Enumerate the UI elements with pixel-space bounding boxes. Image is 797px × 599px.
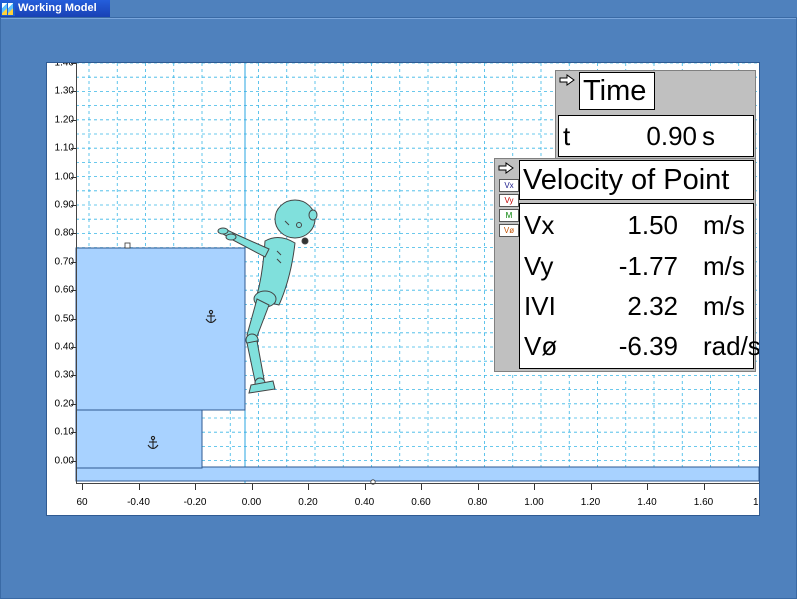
x-tick-label: 0.40 (354, 497, 375, 508)
time-row: t 0.90 s (559, 116, 753, 156)
vphi-unit: rad/s (703, 331, 760, 361)
title-bar[interactable]: Working Model (0, 0, 110, 17)
time-label: t (563, 121, 571, 151)
arrow-right-icon[interactable] (559, 74, 575, 86)
vx-row: Vx 1.50 m/s (520, 205, 753, 245)
x-tick (308, 484, 309, 490)
simulation-workspace[interactable]: 1.40 1.30 1.20 1.10 1.00 0.90 0.80 0.70 0.60 0.50… (46, 62, 760, 516)
block-point-marker[interactable] (124, 242, 131, 249)
toggle-vx[interactable]: Vx (499, 179, 519, 192)
x-tick-label: 1.20 (580, 497, 601, 508)
window-title: Working Model (18, 2, 97, 14)
vx-value: 1.50 (627, 210, 678, 240)
time-unit: s (702, 121, 715, 151)
toggle-magnitude[interactable]: M (499, 209, 519, 222)
x-tick-label: 1.8 (753, 497, 759, 508)
y-tick (71, 318, 76, 320)
x-tick (138, 484, 140, 490)
vphi-value: -6.39 (618, 331, 678, 361)
x-tick-label: -0.40 (127, 497, 150, 508)
x-tick-label: 0.60 (411, 497, 431, 508)
time-meter-readout: t 0.90 s (558, 115, 754, 157)
velocity-meter-title: Velocity of Point (519, 160, 754, 200)
time-value: 0.90 (646, 121, 697, 151)
y-tick (71, 63, 76, 64)
y-tick (71, 148, 76, 150)
toggle-vphi[interactable]: Vø (499, 224, 519, 237)
x-tick-label: 1.00 (524, 497, 544, 508)
y-tick (71, 233, 76, 235)
y-tick (71, 91, 76, 93)
magnitude-value: 2.32 (627, 291, 678, 321)
x-tick (647, 484, 648, 490)
vy-value: -1.77 (618, 251, 678, 281)
x-tick (477, 484, 479, 490)
x-tick-label: 0.20 (298, 497, 318, 508)
x-tick (251, 484, 253, 490)
y-tick (71, 290, 76, 292)
ground-block[interactable] (75, 466, 759, 482)
magnitude-label: IVI (524, 291, 556, 321)
x-tick (364, 484, 366, 490)
velocity-meter[interactable]: Vx Vy M Vø Velocity of Point Vx 1.50 m/s… (494, 158, 759, 372)
time-meter-title: Time (579, 72, 655, 110)
x-tick-label: 60 (76, 497, 88, 508)
x-tick (534, 484, 535, 490)
y-tick (71, 119, 76, 121)
x-tick-label: -0.20 (183, 497, 207, 508)
vx-label: Vx (524, 210, 555, 240)
y-tick (71, 403, 76, 405)
x-tick-label: 1.60 (693, 497, 714, 508)
toggle-vy[interactable]: Vy (499, 194, 519, 207)
vphi-label: Vø (524, 331, 558, 361)
y-tick (71, 375, 76, 377)
y-tick (71, 261, 76, 263)
magnitude-unit: m/s (703, 291, 745, 321)
vy-unit: m/s (703, 251, 745, 281)
vphi-row: Vø -6.39 rad/s (520, 326, 759, 366)
vy-row: Vy -1.77 m/s (520, 246, 753, 286)
x-tick (421, 484, 422, 490)
x-tick-label: 0.80 (467, 497, 488, 508)
velocity-meter-readout: Vx 1.50 m/s Vy -1.77 m/s IVI 2.32 m/s Vø… (519, 203, 759, 369)
vx-unit: m/s (703, 210, 745, 240)
y-tick (71, 347, 76, 348)
y-tick (71, 205, 76, 206)
y-tick (71, 460, 76, 462)
magnitude-row: IVI 2.32 m/s (520, 286, 753, 326)
working-model-logo-icon (1, 1, 15, 16)
y-tick (71, 176, 76, 178)
y-tick (71, 432, 76, 434)
vy-label: Vy (524, 251, 554, 281)
x-tick-label: 0.00 (241, 497, 262, 508)
lower-block[interactable] (75, 409, 203, 469)
x-tick (703, 484, 705, 490)
time-meter[interactable]: Time t 0.90 s (555, 70, 756, 160)
horizontal-ruler[interactable]: 60 -0.40 -0.20 0.00 0.20 0.40 0.60 0.80 1.00 1.20… (76, 483, 759, 515)
upper-block[interactable] (75, 247, 246, 411)
x-tick-label: 1.40 (637, 497, 657, 508)
x-tick (590, 484, 592, 490)
x-tick (195, 484, 196, 490)
x-tick (82, 484, 83, 490)
arrow-right-icon[interactable] (498, 162, 514, 174)
vertical-ruler[interactable]: 1.40 1.30 1.20 1.10 1.00 0.90 0.80 0.70 0.60 0.50… (47, 63, 77, 483)
